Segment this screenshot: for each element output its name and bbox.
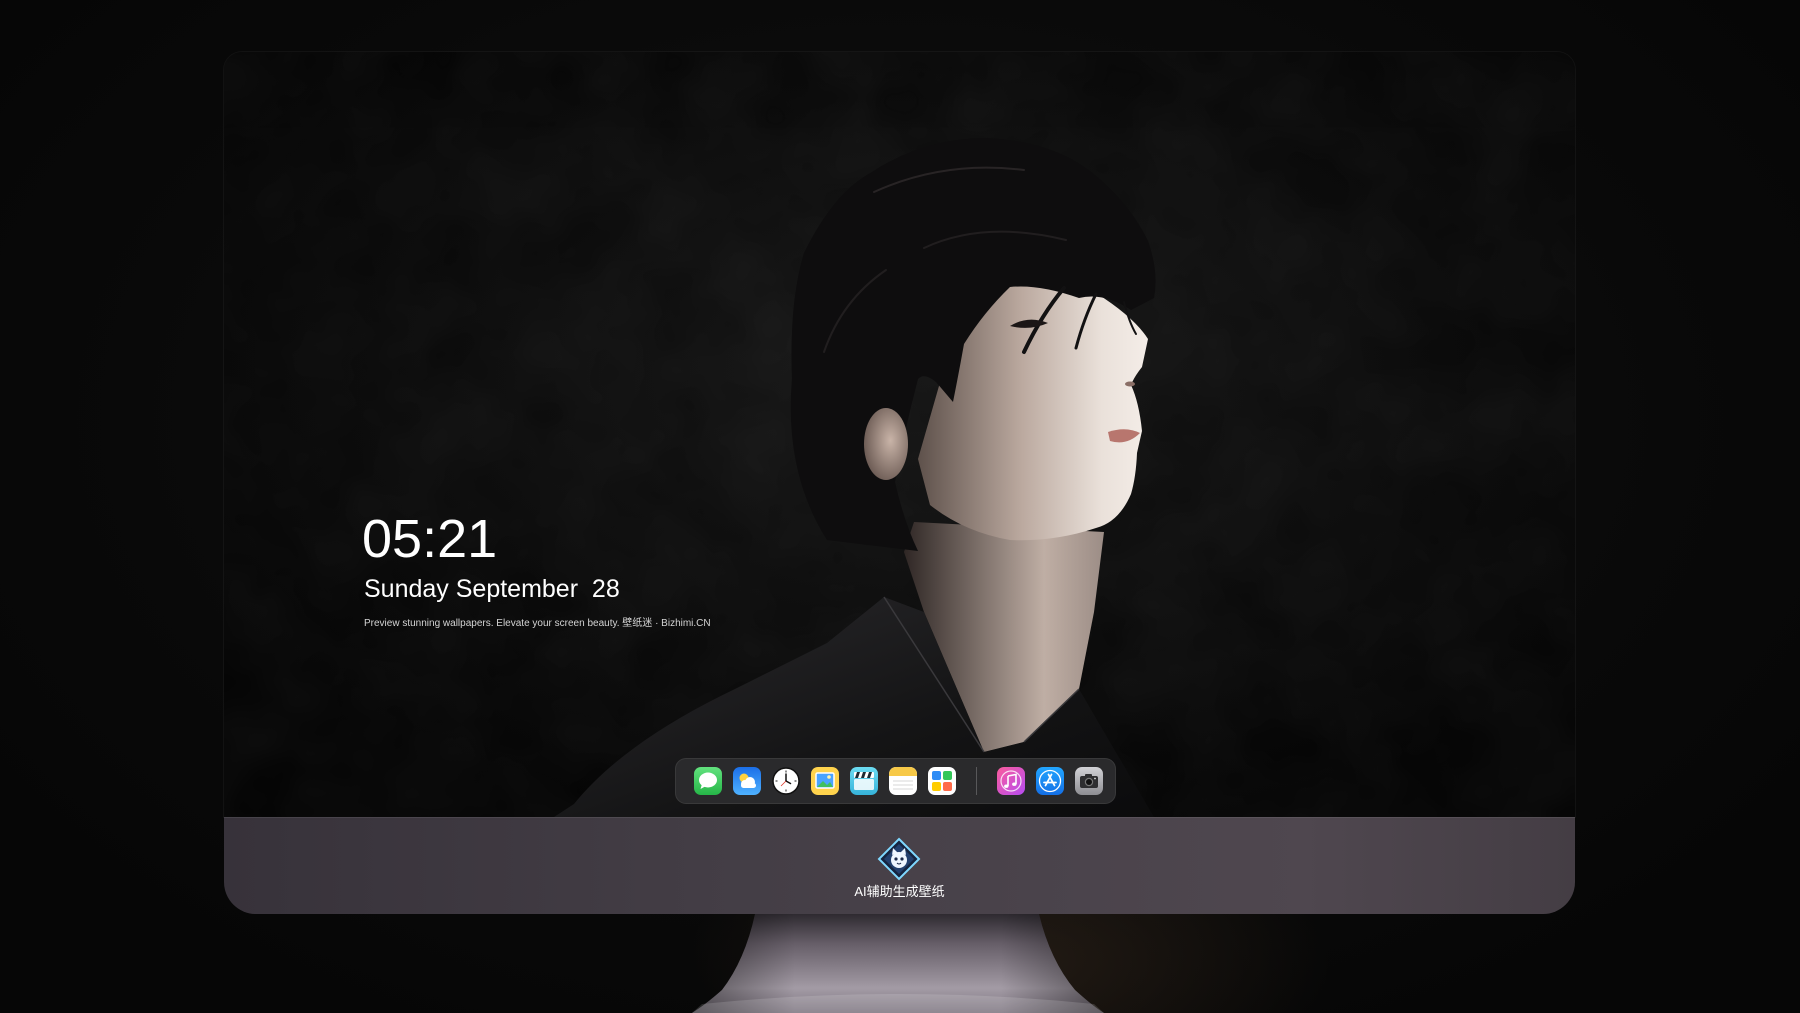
dock-item-clock[interactable] bbox=[772, 767, 800, 795]
dock-item-camera[interactable] bbox=[1075, 767, 1103, 795]
dock-item-app-grid[interactable] bbox=[928, 767, 956, 795]
camera-icon[interactable] bbox=[1075, 767, 1103, 795]
dock-item-preview[interactable] bbox=[811, 767, 839, 795]
lockscreen-tagline: Preview stunning wallpapers. Elevate you… bbox=[364, 618, 711, 629]
messages-icon[interactable] bbox=[694, 767, 722, 795]
clock-icon[interactable] bbox=[772, 767, 800, 795]
notes-icon[interactable] bbox=[889, 767, 917, 795]
dock-item-app-store[interactable] bbox=[1036, 767, 1064, 795]
portrait-nostril bbox=[1125, 381, 1135, 387]
preview-icon[interactable] bbox=[811, 767, 839, 795]
portrait-ear bbox=[864, 408, 908, 480]
dock-item-music[interactable] bbox=[997, 767, 1025, 795]
weather-icon[interactable] bbox=[733, 767, 761, 795]
dock-item-clips[interactable] bbox=[850, 767, 878, 795]
dock bbox=[675, 758, 1116, 804]
music-icon[interactable] bbox=[997, 767, 1025, 795]
imac-screen: 05:21 Sunday September 28 Preview stunni… bbox=[224, 52, 1575, 817]
lockscreen-date: Sunday September 28 bbox=[364, 575, 620, 603]
lockscreen-time: 05:21 bbox=[362, 509, 498, 569]
dock-item-notes[interactable] bbox=[889, 767, 917, 795]
dock-item-messages[interactable] bbox=[694, 767, 722, 795]
dock-separator bbox=[976, 767, 977, 795]
clips-icon[interactable] bbox=[850, 767, 878, 795]
wallpaper bbox=[224, 52, 1575, 817]
ai-wallpaper-logo-icon bbox=[877, 837, 921, 881]
chin-caption: AI辅助生成壁纸 bbox=[854, 884, 945, 899]
dock-item-weather[interactable] bbox=[733, 767, 761, 795]
app-store-icon[interactable] bbox=[1036, 767, 1064, 795]
imac-chin: AI辅助生成壁纸 bbox=[224, 817, 1575, 914]
app-grid-icon[interactable] bbox=[928, 767, 956, 795]
